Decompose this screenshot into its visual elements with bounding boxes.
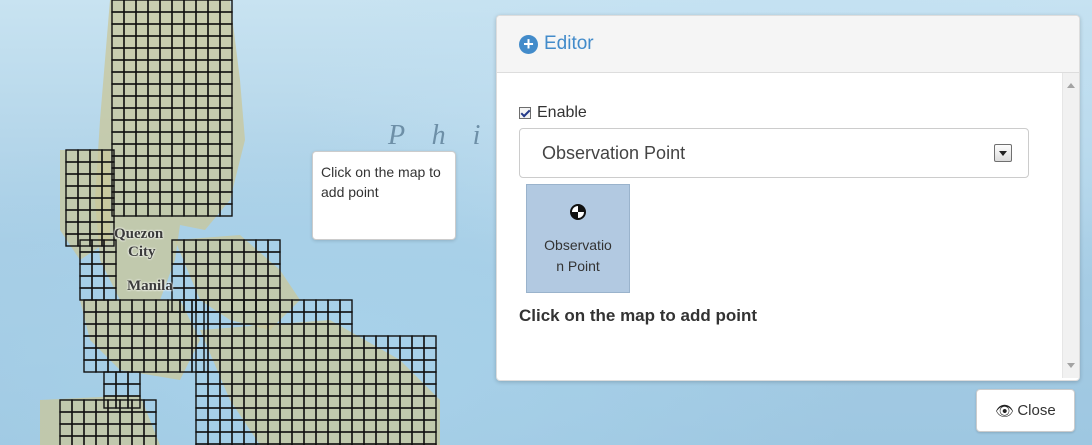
enable-label: Enable — [537, 104, 587, 121]
grid-tile — [207, 383, 221, 397]
grid-tile — [423, 335, 437, 349]
grid-tile — [115, 383, 129, 397]
enable-row[interactable]: Enable — [519, 104, 587, 122]
editor-hint: Click on the map to add point — [519, 306, 757, 325]
editor-body: Enable Observation Point Observation Poi… — [497, 73, 1079, 378]
grid-tile — [115, 371, 129, 385]
grid-tile — [423, 359, 437, 373]
tool-label: Observation Point — [544, 237, 612, 274]
grid-tile — [91, 263, 105, 277]
grid-tile — [195, 383, 209, 397]
grid-tile — [411, 347, 425, 361]
grid-tile — [207, 311, 221, 325]
grid-tile — [127, 383, 141, 397]
grid-tile — [103, 287, 117, 301]
grid-tile — [79, 263, 93, 277]
grid-tile — [91, 287, 105, 301]
land-mass — [175, 235, 300, 330]
grid-tile — [423, 347, 437, 361]
grid-tile — [191, 311, 205, 325]
grid-tile — [399, 335, 413, 349]
enable-checkbox[interactable] — [519, 107, 531, 119]
place-label-quezon: Quezon — [114, 226, 164, 242]
grid-tile — [171, 275, 185, 289]
grid-tile — [207, 395, 221, 409]
grid-tile — [387, 335, 401, 349]
grid-tile — [207, 431, 221, 445]
eye-slash-icon: 👁︎ — [995, 402, 1015, 420]
grid-tile — [219, 431, 233, 445]
grid-tile — [399, 347, 413, 361]
grid-tile — [411, 335, 425, 349]
grid-tile — [411, 359, 425, 373]
place-label-city: City — [128, 244, 156, 260]
place-label-manila: Manila — [127, 278, 173, 294]
grid-tile — [315, 299, 329, 313]
grid-tile — [95, 359, 109, 373]
grid-tile — [91, 275, 105, 289]
grid-tile — [195, 395, 209, 409]
grid-tile — [231, 431, 245, 445]
grid-tile — [339, 311, 353, 325]
editor-header[interactable]: + Editor — [497, 16, 1079, 73]
grid-tile — [183, 299, 197, 313]
close-button[interactable]: 👁︎ Close — [976, 389, 1075, 432]
grid-tile — [339, 299, 353, 313]
grid-tile — [207, 371, 221, 385]
sea-label: P h i — [388, 120, 491, 151]
grid-tile — [183, 287, 197, 301]
template-select-value: Observation Point — [542, 142, 686, 163]
grid-tile — [195, 419, 209, 433]
grid-tile — [255, 239, 269, 253]
grid-tile — [191, 299, 205, 313]
grid-tile — [191, 359, 205, 373]
grid-tile — [207, 419, 221, 433]
observation-point-tool[interactable]: Observation Point — [526, 184, 630, 293]
editor-scrollbar[interactable] — [1062, 73, 1079, 378]
grid-tile — [327, 299, 341, 313]
scroll-down-icon[interactable] — [1067, 363, 1075, 368]
grid-tile — [79, 287, 93, 301]
land-mass — [40, 395, 160, 445]
observation-point-icon — [570, 204, 586, 220]
grid-tile — [195, 407, 209, 421]
grid-tile — [195, 359, 209, 373]
grid-tile — [195, 311, 209, 325]
grid-tile — [195, 347, 209, 361]
close-button-label: Close — [1017, 402, 1056, 419]
chevron-down-icon[interactable] — [994, 144, 1012, 162]
grid-tile — [207, 407, 221, 421]
grid-tile — [127, 371, 141, 385]
scroll-up-icon[interactable] — [1067, 83, 1075, 88]
grid-tile — [171, 287, 185, 301]
land-mass — [200, 320, 440, 445]
grid-tile — [231, 419, 245, 433]
map-tooltip: Click on the map to add point — [312, 151, 456, 240]
grid-tile — [303, 299, 317, 313]
grid-tile — [423, 371, 437, 385]
grid-tile — [83, 347, 97, 361]
plus-circle-icon[interactable]: + — [519, 34, 538, 54]
grid-tile — [375, 335, 389, 349]
template-select[interactable]: Observation Point — [519, 128, 1029, 178]
editor-title: Editor — [544, 33, 594, 54]
grid-tile — [171, 263, 185, 277]
grid-tile — [79, 275, 93, 289]
grid-tile — [83, 359, 97, 373]
grid-tile — [103, 383, 117, 397]
grid-tile — [195, 371, 209, 385]
grid-tile — [103, 371, 117, 385]
grid-tile — [267, 239, 281, 253]
grid-tile — [219, 407, 233, 421]
grid-tile — [219, 419, 233, 433]
grid-tile — [195, 431, 209, 445]
editor-panel: + Editor Enable Observation Point Observ… — [496, 15, 1080, 381]
